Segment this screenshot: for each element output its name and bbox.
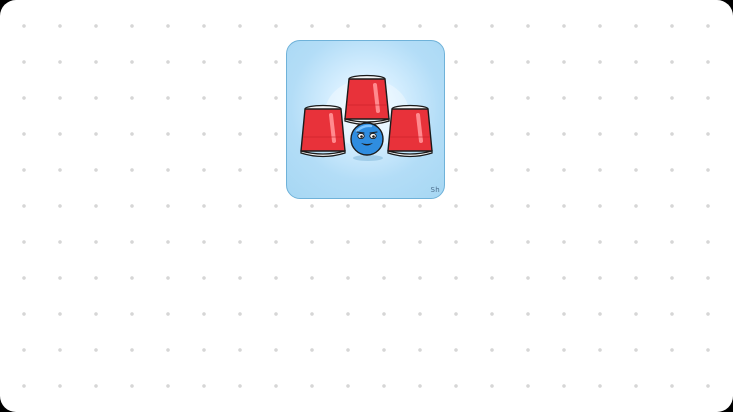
artist-signature: Sh bbox=[430, 186, 440, 194]
cup-left bbox=[300, 104, 346, 158]
cup-right bbox=[387, 104, 433, 158]
shell-game-cups-icon bbox=[300, 74, 433, 161]
cup-center bbox=[344, 74, 390, 126]
ball-character bbox=[350, 122, 384, 156]
game-icon-card[interactable]: Sh bbox=[286, 40, 445, 199]
dotted-canvas: Sh bbox=[0, 0, 733, 412]
ball-shadow bbox=[353, 155, 383, 161]
